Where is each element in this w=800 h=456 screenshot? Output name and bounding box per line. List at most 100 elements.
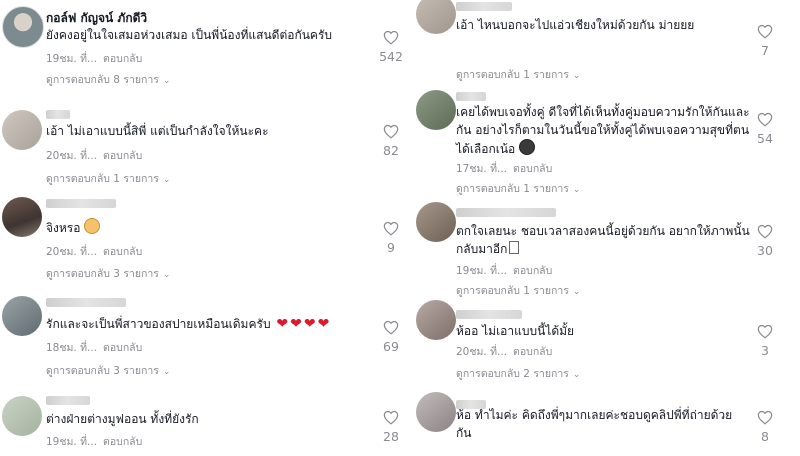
reply-button[interactable]: ตอบกลับ bbox=[513, 346, 552, 358]
reply-button[interactable]: ตอบกลับ bbox=[103, 53, 142, 65]
red-heart-emoji-icon: ❤ bbox=[290, 316, 302, 332]
like-count: 28 bbox=[383, 429, 399, 444]
like-button[interactable]: 69 bbox=[371, 320, 411, 354]
comment-text: เคยได้พบเจอทั้งคู่ ดีใจที่ได้เห็นทั้งคู่… bbox=[456, 103, 750, 158]
comment-text-line: ห้อ ทำไมค่ะ คิดถึงพี่ๆมากเลยค่ะชอบดูคลิป… bbox=[456, 408, 733, 422]
comment-author[interactable] bbox=[456, 208, 556, 217]
heart-outline-icon bbox=[383, 320, 399, 335]
like-button[interactable]: 28 bbox=[371, 410, 411, 444]
heart-outline-icon bbox=[383, 30, 399, 45]
comment-text: ต่างฝ่ายต่างมูฟออน ทั้งที่ยังรัก bbox=[46, 412, 199, 426]
avatar[interactable] bbox=[2, 110, 42, 150]
red-heart-emoji-icon: ❤ bbox=[303, 316, 316, 332]
comment-time: 19ชม. ที่... bbox=[46, 53, 98, 65]
comment-meta: 19ชม. ที่... ตอบกลับ bbox=[456, 262, 552, 279]
comment-text-body: จิงหรอ bbox=[46, 221, 81, 235]
comment-meta: 20ชม. ที่... ตอบกลับ bbox=[46, 243, 142, 260]
like-button[interactable]: 7 bbox=[745, 24, 785, 58]
like-button[interactable]: 3 bbox=[745, 324, 785, 358]
heart-outline-icon bbox=[383, 124, 399, 139]
heart-emoji-group: ❤ ❤ ❤ ❤ bbox=[274, 316, 330, 332]
view-replies-button[interactable]: ดูการตอบกลับ 1 รายการ ⌄ bbox=[456, 180, 580, 197]
reply-button[interactable]: ตอบกลับ bbox=[103, 150, 142, 162]
heart-outline-icon bbox=[757, 112, 773, 127]
comment-text: เอ้า ไม่เอาแบบนี้สิพี่ แต่เป็นกำลังใจให้… bbox=[46, 124, 269, 138]
avatar[interactable] bbox=[2, 6, 44, 48]
like-count: 30 bbox=[757, 243, 773, 258]
view-replies-label: ดูการตอบกลับ 1 รายการ bbox=[456, 183, 569, 195]
heart-outline-icon bbox=[757, 224, 773, 239]
comment-text: ยังคงอยู่ในใจเสมอห่วงเสมอ เป็นพี่น้องที่… bbox=[46, 28, 333, 42]
like-count: 54 bbox=[757, 131, 773, 146]
heart-outline-icon bbox=[757, 24, 773, 39]
chevron-down-icon: ⌄ bbox=[572, 287, 581, 297]
like-count: 3 bbox=[761, 343, 769, 358]
view-replies-button[interactable]: ดูการตอบกลับ 3 รายการ ⌄ bbox=[46, 265, 170, 282]
comment-text: ห้ออ ไม่เอาแบบนี้ได้มั้ย bbox=[456, 324, 575, 338]
comment-time: 20ชม. ที่... bbox=[46, 150, 98, 162]
view-replies-button[interactable]: ดูการตอบกลับ 1 รายการ ⌄ bbox=[46, 170, 170, 187]
chevron-down-icon: ⌄ bbox=[572, 185, 581, 195]
comment-text: รักและจะเป็นพี่สาวของสปายเหมือนเดิมครับ … bbox=[46, 315, 329, 333]
view-replies-button[interactable]: ดูการตอบกลับ 3 รายการ ⌄ bbox=[46, 362, 170, 379]
like-button[interactable]: 8 bbox=[745, 410, 785, 444]
view-replies-label: ดูการตอบกลับ 8 รายการ bbox=[46, 74, 159, 86]
view-replies-label: ดูการตอบกลับ 3 รายการ bbox=[46, 365, 159, 377]
comment-meta: 19ชม. ที่... ตอบกลับ bbox=[46, 433, 142, 450]
comment-text-line: กลับมาอีก bbox=[456, 242, 508, 256]
red-heart-emoji-icon: ❤ bbox=[317, 316, 330, 332]
comment-time: 19ชม. ที่... bbox=[46, 436, 98, 448]
comment-text: ห้อ ทำไมค่ะ คิดถึงพี่ๆมากเลยค่ะชอบดูคลิป… bbox=[456, 406, 732, 442]
comment-text: จิงหรอ bbox=[46, 218, 101, 237]
like-button[interactable]: 30 bbox=[745, 224, 785, 258]
avatar[interactable] bbox=[2, 197, 42, 237]
missing-glyph-icon bbox=[509, 241, 520, 254]
heart-outline-icon bbox=[383, 410, 399, 425]
view-replies-label: ดูการตอบกลับ 1 รายการ bbox=[456, 285, 569, 297]
avatar[interactable] bbox=[2, 296, 42, 336]
comment-text-line: ได้เลือกเน้อ bbox=[456, 142, 516, 156]
emoji-face-icon bbox=[84, 218, 101, 234]
comment-time: 20ชม. ที่... bbox=[46, 246, 98, 258]
like-button[interactable]: 54 bbox=[745, 112, 785, 146]
chevron-down-icon: ⌄ bbox=[572, 370, 581, 380]
reply-button[interactable]: ตอบกลับ bbox=[513, 163, 552, 175]
like-button[interactable]: 9 bbox=[371, 221, 411, 255]
avatar[interactable] bbox=[416, 202, 456, 242]
emoji-face-icon bbox=[519, 139, 536, 155]
view-replies-label: ดูการตอบกลับ 1 รายการ bbox=[456, 69, 569, 81]
comment-author[interactable] bbox=[456, 2, 512, 11]
reply-button[interactable]: ตอบกลับ bbox=[103, 246, 142, 258]
comment-author[interactable] bbox=[46, 199, 116, 208]
red-heart-emoji-icon: ❤ bbox=[276, 316, 289, 332]
comment-author[interactable] bbox=[456, 310, 522, 319]
comment-author[interactable] bbox=[456, 92, 486, 101]
comment-text-line: กัน อย่างไรก็ตามในวันนี้ขอให้ทั้งคู่ได้พ… bbox=[456, 123, 750, 137]
heart-outline-icon bbox=[757, 324, 773, 339]
comment-author[interactable] bbox=[46, 298, 126, 307]
avatar[interactable] bbox=[416, 392, 456, 432]
view-replies-button[interactable]: ดูการตอบกลับ 1 รายการ ⌄ bbox=[456, 282, 580, 299]
like-count: 9 bbox=[387, 240, 395, 255]
comment-text-line-with-glyph: กลับมาอีก bbox=[456, 240, 750, 258]
view-replies-button[interactable]: ดูการตอบกลับ 2 รายการ ⌄ bbox=[456, 365, 580, 382]
view-replies-button[interactable]: ดูการตอบกลับ 8 รายการ ⌄ bbox=[46, 71, 170, 88]
reply-button[interactable]: ตอบกลับ bbox=[103, 342, 142, 354]
reply-button[interactable]: ตอบกลับ bbox=[103, 436, 142, 448]
chevron-down-icon: ⌄ bbox=[162, 175, 171, 185]
avatar[interactable] bbox=[416, 90, 456, 130]
reply-button[interactable]: ตอบกลับ bbox=[513, 265, 552, 277]
avatar[interactable] bbox=[2, 396, 42, 436]
comment-text-line: ตกใจเลยนะ ชอบเวลาสองคนนี้อยู่ด้วยกัน อยา… bbox=[456, 224, 750, 238]
like-button[interactable]: 82 bbox=[371, 124, 411, 158]
like-count: 82 bbox=[383, 143, 399, 158]
avatar[interactable] bbox=[416, 0, 456, 34]
like-count: 542 bbox=[379, 49, 403, 64]
comment-time: 18ชม. ที่... bbox=[46, 342, 98, 354]
avatar[interactable] bbox=[416, 300, 456, 340]
comment-author[interactable] bbox=[46, 396, 90, 405]
comment-author[interactable] bbox=[46, 110, 70, 119]
comment-text-line: กัน bbox=[456, 426, 472, 440]
like-button[interactable]: 542 bbox=[371, 30, 411, 64]
view-replies-button[interactable]: ดูการตอบกลับ 1 รายการ ⌄ bbox=[456, 66, 580, 83]
